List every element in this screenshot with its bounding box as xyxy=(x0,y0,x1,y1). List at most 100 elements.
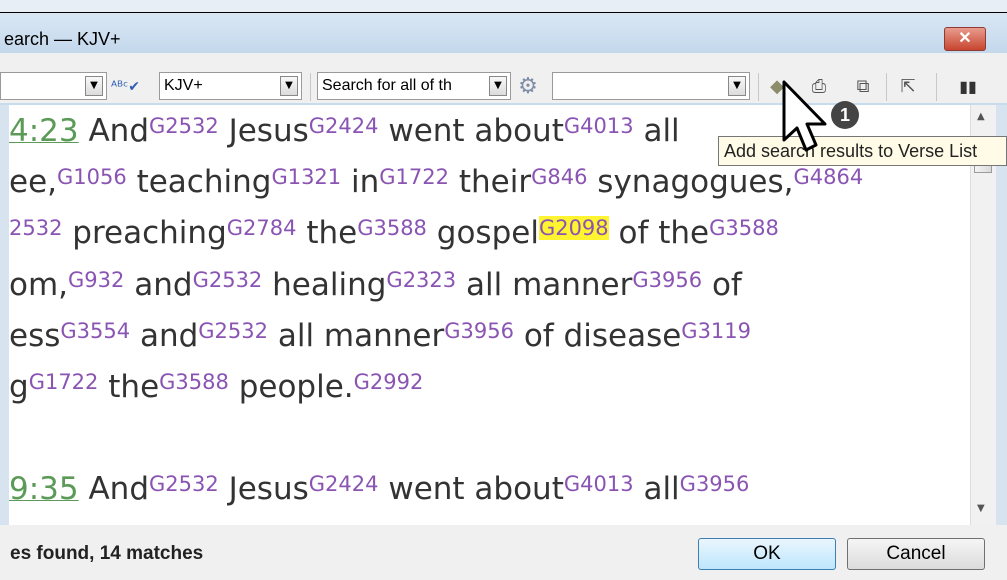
dialog-footer: es found, 14 matches OK Cancel xyxy=(0,525,1007,580)
verse-word: went about xyxy=(378,471,564,507)
search-mode-value: Search for all of th xyxy=(322,77,452,94)
verse-word: ee, xyxy=(9,164,57,200)
strongs-number[interactable]: G932 xyxy=(68,268,124,292)
close-button[interactable]: ✕ xyxy=(944,27,986,51)
spellcheck-icon[interactable]: ᴬᴮᶜ✔ xyxy=(111,75,140,99)
verse-word: went about xyxy=(378,113,564,149)
verse-word: and xyxy=(124,267,193,303)
gear-icon[interactable]: ⚙ xyxy=(515,75,541,99)
strongs-number[interactable]: G2784 xyxy=(227,216,297,240)
strongs-number[interactable]: G3956 xyxy=(632,268,702,292)
verse-word: healing xyxy=(262,267,387,303)
window-title: earch — KJV+ xyxy=(4,29,121,49)
strongs-number[interactable]: G2532 xyxy=(193,268,263,292)
desktop-band xyxy=(0,0,1007,13)
verse-text-line: 4:23 AndG2532 JesusG2424 went aboutG4013… xyxy=(9,113,680,149)
toolbar-divider xyxy=(936,73,937,101)
strongs-number[interactable]: G2532 xyxy=(149,114,219,138)
verse-word: And xyxy=(78,471,150,507)
chevron-down-icon[interactable]: ▼ xyxy=(85,76,103,96)
strongs-number[interactable]: G4013 xyxy=(564,114,634,138)
range-combo[interactable]: ▼ xyxy=(0,72,107,100)
verse-text-line: ee,G1056 teachingG1321 inG1722 theirG846… xyxy=(9,164,863,200)
query-combo[interactable]: ▼ xyxy=(552,72,750,100)
strongs-number[interactable]: G3956 xyxy=(444,319,514,343)
strongs-number[interactable]: G1056 xyxy=(57,165,127,189)
mouse-cursor-icon xyxy=(782,80,827,152)
title-bar: earch — KJV+ ✕ xyxy=(0,13,1007,53)
toolbar-divider xyxy=(310,73,311,101)
strongs-number[interactable]: G4864 xyxy=(794,165,864,189)
strongs-number[interactable]: G2532 xyxy=(198,319,268,343)
dialog-border xyxy=(996,105,1007,525)
strongs-number[interactable]: G3956 xyxy=(680,472,750,496)
strongs-number[interactable]: G3588 xyxy=(709,216,779,240)
strongs-number[interactable]: G1321 xyxy=(271,165,341,189)
results-status: es found, 14 matches xyxy=(10,543,204,564)
strongs-number[interactable]: G2992 xyxy=(354,370,424,394)
chevron-down-icon[interactable]: ▼ xyxy=(280,76,298,96)
verse-word: om, xyxy=(9,267,69,303)
search-dialog: earch — KJV+ ✕ ▼ ᴬᴮᶜ✔ KJV+ ▼ Search for … xyxy=(0,13,1007,580)
verse-word: the xyxy=(296,215,358,251)
verse-text-line: essG3554 andG2532 all mannerG3956 of dis… xyxy=(9,318,751,354)
verse-word: all manner xyxy=(456,267,633,303)
strongs-number[interactable]: G2323 xyxy=(386,268,456,292)
strongs-number[interactable]: G2424 xyxy=(309,472,379,496)
strongs-number[interactable]: G3588 xyxy=(357,216,427,240)
verse-word: and xyxy=(130,318,199,354)
search-mode-combo[interactable]: Search for all of th ▼ xyxy=(317,72,511,100)
verse-word: their xyxy=(449,164,532,200)
verse-word: ess xyxy=(9,318,61,354)
search-toolbar: ▼ ᴬᴮᶜ✔ KJV+ ▼ Search for all of th ▼ ⚙ ▼… xyxy=(0,53,1007,103)
verse-word: gospel xyxy=(426,215,539,251)
ok-button[interactable]: OK xyxy=(698,538,836,570)
toolbar-divider xyxy=(758,73,759,101)
verse-word: teaching xyxy=(126,164,272,200)
strongs-number[interactable]: G2532 xyxy=(149,472,219,496)
verse-text-line: gG1722 theG3588 people.G2992 xyxy=(9,369,423,405)
verse-text-line: 2532 preachingG2784 theG3588 gospelG2098… xyxy=(9,215,779,251)
verse-word: synagogues, xyxy=(587,164,794,200)
strongs-number[interactable]: 2532 xyxy=(9,216,62,240)
strongs-number[interactable]: G846 xyxy=(531,165,587,189)
strongs-number[interactable]: G4013 xyxy=(564,472,634,496)
verse-word: preaching xyxy=(62,215,227,251)
tooltip: Add search results to Verse List xyxy=(718,136,1007,166)
strongs-number[interactable]: G2424 xyxy=(309,114,379,138)
verse-word: all xyxy=(633,113,680,149)
copy-icon[interactable]: ⧉ xyxy=(850,75,876,99)
verse-word: the xyxy=(98,369,160,405)
verse-word: g xyxy=(9,369,29,405)
verse-word: all xyxy=(633,471,680,507)
verse-reference-link[interactable]: 4:23 xyxy=(9,113,79,149)
verse-word: all manner xyxy=(268,318,445,354)
verse-text-line: 9:35 AndG2532 JesusG2424 went aboutG4013… xyxy=(9,471,749,507)
verse-reference-link[interactable]: 9:35 xyxy=(9,471,79,507)
verse-word: of xyxy=(702,267,742,303)
verse-word: people. xyxy=(228,369,354,405)
verse-word: Jesus xyxy=(218,113,309,149)
strongs-number[interactable]: G3119 xyxy=(681,319,751,343)
strongs-number[interactable]: G3588 xyxy=(159,370,229,394)
version-value: KJV+ xyxy=(164,77,203,94)
chevron-down-icon[interactable]: ▼ xyxy=(489,76,507,96)
verse-word: of the xyxy=(608,215,710,251)
strongs-number[interactable]: G1722 xyxy=(29,370,99,394)
chevron-down-icon[interactable]: ▼ xyxy=(728,76,746,96)
strongs-number[interactable]: G3554 xyxy=(60,319,130,343)
export-icon[interactable]: ⇱ xyxy=(895,75,921,99)
verse-word: of disease xyxy=(513,318,682,354)
strongs-number[interactable]: G1722 xyxy=(379,165,449,189)
verse-word: Jesus xyxy=(218,471,309,507)
verse-word: And xyxy=(78,113,150,149)
toolbar-divider xyxy=(886,73,887,101)
search-results-pane[interactable]: 4:23 AndG2532 JesusG2424 went aboutG4013… xyxy=(0,105,970,525)
scroll-up-icon[interactable]: ▲ xyxy=(977,111,985,122)
vertical-scrollbar[interactable]: ▲ ▼ xyxy=(970,105,997,525)
scroll-down-icon[interactable]: ▼ xyxy=(977,503,985,514)
find-binoculars-icon[interactable]: ▮▮ xyxy=(955,75,981,99)
strongs-number-highlighted[interactable]: G2098 xyxy=(538,216,609,240)
version-combo[interactable]: KJV+ ▼ xyxy=(159,72,302,100)
cancel-button[interactable]: Cancel xyxy=(847,538,985,570)
